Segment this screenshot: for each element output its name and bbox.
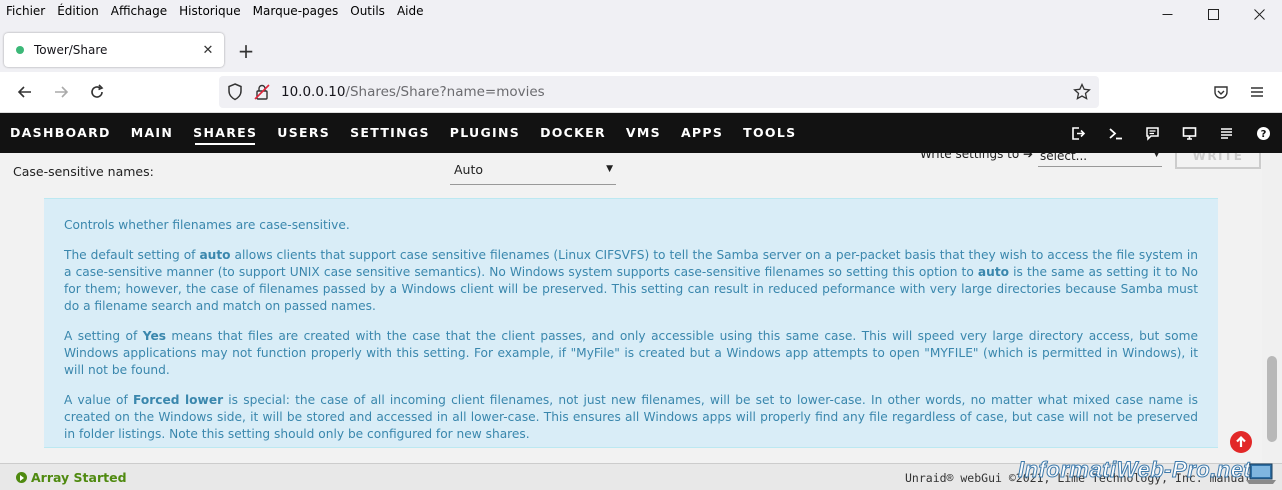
help-p4-c: is special: the case of all incoming cli…: [64, 393, 1198, 441]
new-tab-icon[interactable]: +: [234, 40, 258, 64]
tab-close-icon[interactable]: ✕: [196, 43, 220, 58]
case-sensitive-label: Case-sensitive names:: [13, 164, 154, 179]
shield-icon[interactable]: [227, 83, 243, 105]
nav-main[interactable]: MAIN: [121, 113, 183, 153]
forward-icon[interactable]: [49, 80, 73, 104]
help-p1-text: Controls whether filenames are case-sens…: [64, 218, 350, 232]
pocket-icon[interactable]: [1209, 80, 1233, 104]
menu-edition[interactable]: Édition: [51, 4, 105, 18]
nav-shares[interactable]: SHARES: [183, 113, 267, 153]
menu-marque-pages[interactable]: Marque-pages: [247, 4, 345, 18]
back-icon[interactable]: [13, 80, 37, 104]
unraid-nav: DASHBOARD MAIN SHARES USERS SETTINGS PLU…: [0, 113, 806, 153]
browser-menubar: Fichier Édition Affichage Historique Mar…: [0, 0, 1282, 22]
menu-outils[interactable]: Outils: [344, 4, 391, 18]
minimize-icon[interactable]: [1144, 0, 1190, 28]
write-button[interactable]: WRITE: [1175, 153, 1261, 169]
log-icon[interactable]: [1208, 113, 1245, 153]
nav-users[interactable]: USERS: [267, 113, 340, 153]
nav-docker[interactable]: DOCKER: [530, 113, 616, 153]
help-paragraph-3: A setting of Yes means that files are cr…: [64, 328, 1198, 379]
arrow-up-icon: [1236, 435, 1246, 447]
help-p3-bold-yes: Yes: [142, 329, 166, 343]
play-circle-icon: [16, 472, 27, 483]
unraid-header: DASHBOARD MAIN SHARES USERS SETTINGS PLU…: [0, 113, 1282, 153]
url-host: 10.0.0.10: [281, 84, 346, 100]
nav-plugins[interactable]: PLUGINS: [440, 113, 530, 153]
chevron-down-icon: ▼: [606, 164, 613, 174]
nav-settings[interactable]: SETTINGS: [340, 113, 440, 153]
help-p2-a: The default setting of: [64, 248, 200, 262]
app-root: Fichier Édition Affichage Historique Mar…: [0, 0, 1282, 490]
logout-icon[interactable]: [1060, 113, 1097, 153]
tab-tower-share[interactable]: Tower/Share ✕: [4, 33, 224, 67]
page-scrollbar[interactable]: [1262, 153, 1282, 463]
array-status: Array Started: [16, 470, 127, 485]
write-settings-value: select...: [1040, 153, 1088, 163]
nav-toolbar: 10.0.0.10/Shares/Share?name=movies: [0, 72, 1282, 113]
lock-icon[interactable]: [254, 83, 270, 105]
feedback-icon[interactable]: [1134, 113, 1171, 153]
menu-fichier[interactable]: Fichier: [0, 4, 51, 18]
menu-aide[interactable]: Aide: [391, 4, 430, 18]
case-sensitive-help: Controls whether filenames are case-sens…: [44, 198, 1218, 448]
maximize-icon[interactable]: [1190, 0, 1236, 28]
chevron-down-icon: ▼: [1153, 153, 1160, 159]
nav-vms[interactable]: VMS: [616, 113, 671, 153]
nav-dashboard[interactable]: DASHBOARD: [0, 113, 121, 153]
arrow-right-icon: ➔: [1023, 153, 1034, 161]
monitor-icon[interactable]: [1171, 113, 1208, 153]
array-status-text: Array Started: [31, 470, 127, 485]
case-sensitive-value: Auto: [454, 162, 484, 177]
url-text[interactable]: 10.0.0.10/Shares/Share?name=movies: [281, 84, 545, 100]
help-icon[interactable]: ?: [1245, 113, 1282, 153]
url-bar[interactable]: 10.0.0.10/Shares/Share?name=movies: [219, 76, 1099, 108]
scroll-to-top-button[interactable]: [1230, 431, 1252, 453]
terminal-icon[interactable]: [1097, 113, 1134, 153]
window-controls: [1144, 0, 1282, 28]
close-icon[interactable]: [1236, 0, 1282, 28]
help-p2-bold-auto-2: auto: [977, 265, 1010, 279]
case-sensitive-select[interactable]: Auto ▼: [450, 159, 616, 185]
nav-apps[interactable]: APPS: [671, 113, 733, 153]
write-settings-label: Write settings to ➔: [920, 153, 1033, 161]
help-paragraph-2: The default setting of auto allows clien…: [64, 247, 1198, 315]
reload-icon[interactable]: [85, 80, 109, 104]
url-path: /Shares/Share?name=movies: [345, 84, 545, 100]
favicon-icon: [16, 46, 24, 54]
share-settings-content: Write settings to ➔ select... ▼ WRITE Ca…: [0, 153, 1262, 463]
help-paragraph-1: Controls whether filenames are case-sens…: [64, 217, 1198, 234]
menu-historique[interactable]: Historique: [173, 4, 247, 18]
menu-affichage[interactable]: Affichage: [105, 4, 173, 18]
help-p3-a: A setting of: [64, 329, 143, 343]
nav-tools[interactable]: TOOLS: [733, 113, 806, 153]
header-icons: ?: [1060, 113, 1282, 153]
svg-text:?: ?: [1261, 129, 1267, 140]
tab-bar: Tower/Share ✕ +: [0, 28, 1282, 72]
watermark-text: InformatiWeb-Pro.net: [1017, 457, 1252, 483]
laptop-logo-icon: [1246, 463, 1276, 484]
tab-title: Tower/Share: [34, 43, 108, 57]
scrollbar-thumb[interactable]: [1267, 356, 1277, 442]
write-settings-label-text: Write settings to: [920, 153, 1020, 161]
menu-icon[interactable]: [1245, 80, 1269, 104]
help-p2-bold-auto-1: auto: [199, 248, 231, 262]
help-p3-c: means that files are created with the ca…: [64, 329, 1198, 377]
write-settings-select[interactable]: select... ▼: [1038, 153, 1162, 167]
help-p4-bold-forced-lower: Forced lower: [133, 393, 224, 407]
star-icon[interactable]: [1073, 82, 1091, 105]
help-paragraph-4: A value of Forced lower is special: the …: [64, 392, 1198, 443]
help-p4-a: A value of: [64, 393, 133, 407]
